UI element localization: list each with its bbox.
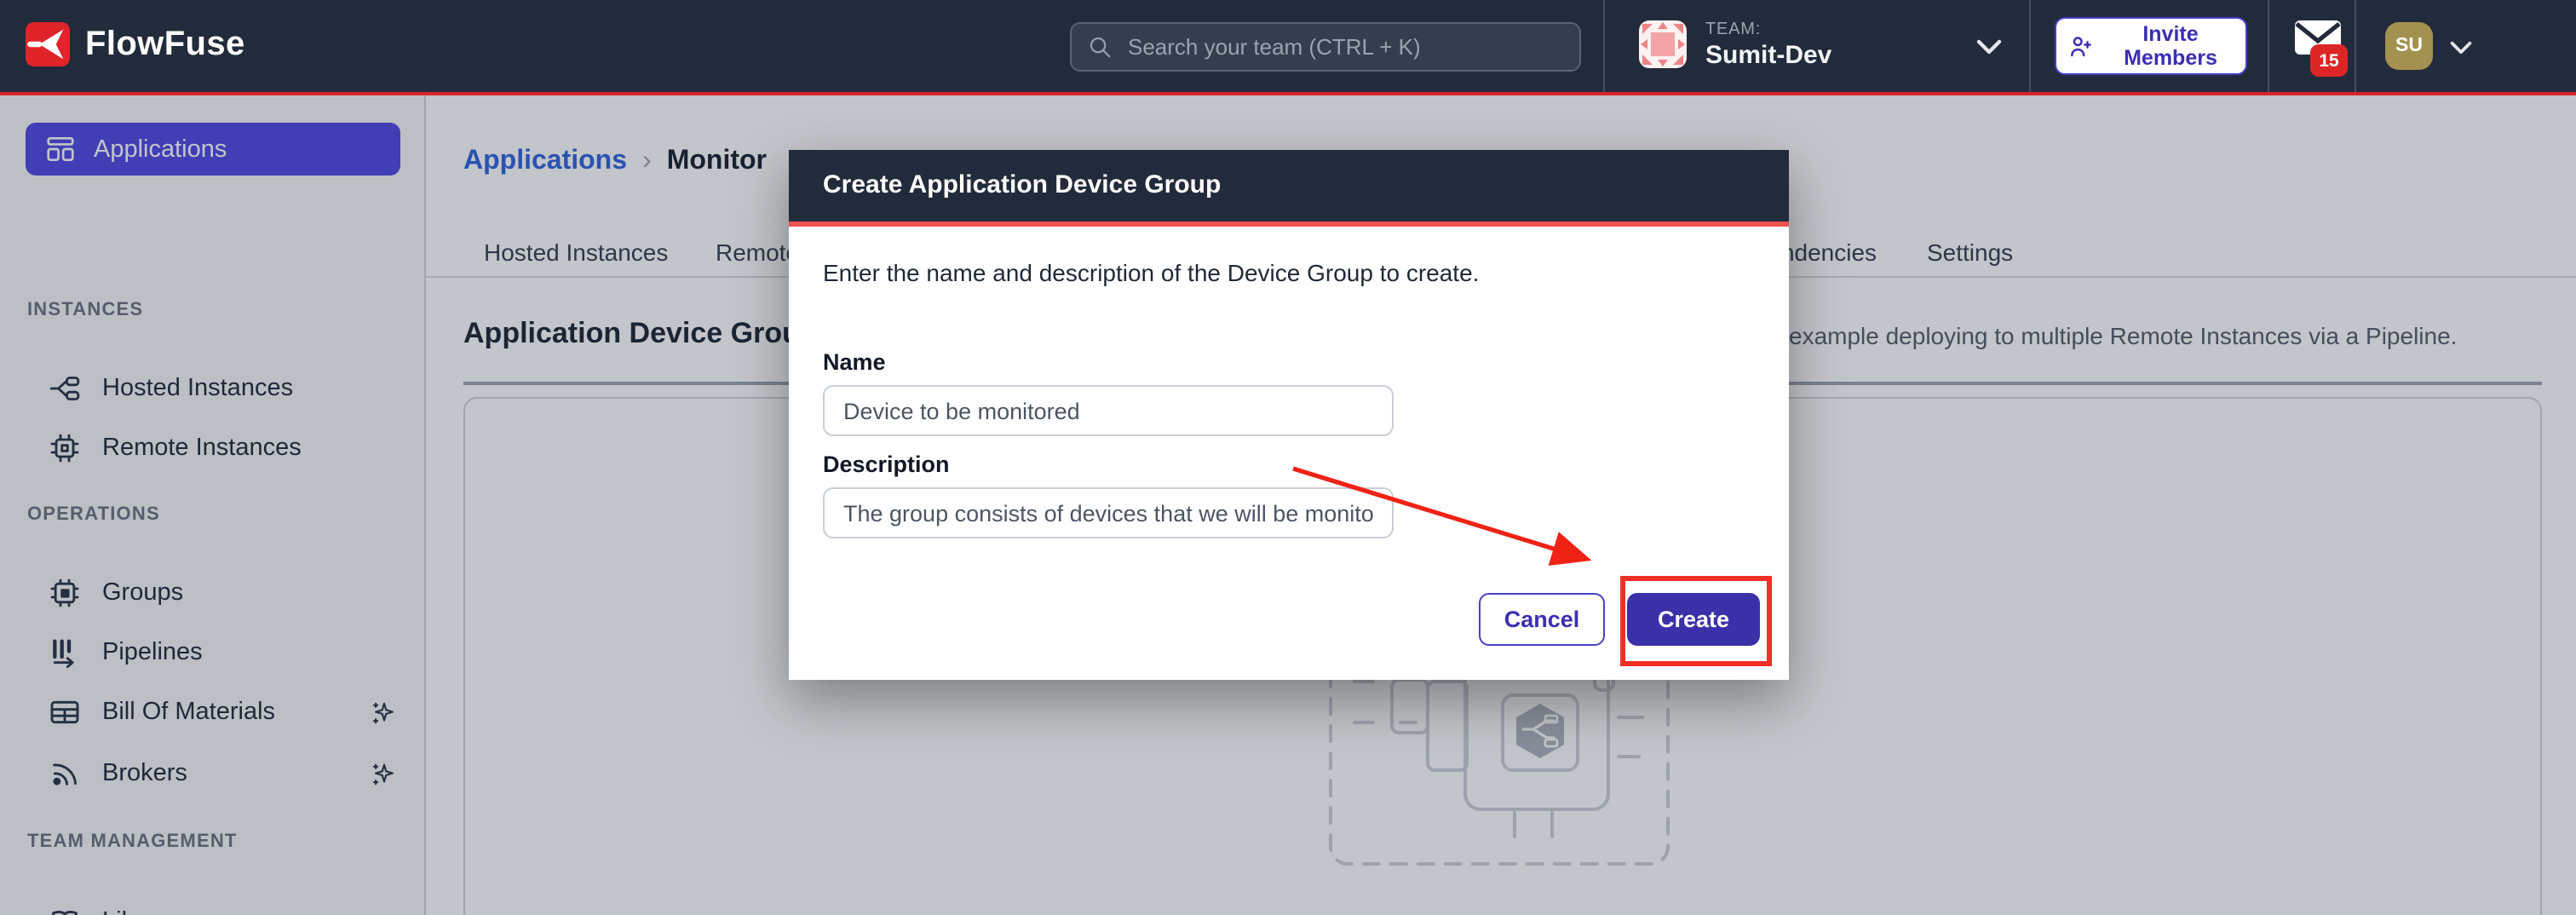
app-window: FlowFuse TEAM: Sumit-Dev xyxy=(0,0,2576,915)
dialog-accent-bar xyxy=(789,222,1789,227)
top-navbar: FlowFuse TEAM: Sumit-Dev xyxy=(0,0,2576,95)
annotation-arrow xyxy=(1278,452,1619,588)
brand-name: FlowFuse xyxy=(85,25,245,64)
chevron-down-icon[interactable] xyxy=(1976,39,2002,55)
user-menu-chevron-icon[interactable] xyxy=(2450,41,2472,55)
team-search[interactable] xyxy=(1070,22,1581,72)
dialog-body-text: Enter the name and description of the De… xyxy=(823,259,1479,286)
description-label: Description xyxy=(823,452,950,477)
flowfuse-logo[interactable]: FlowFuse xyxy=(26,22,245,66)
nav-divider xyxy=(1603,0,1605,92)
search-icon xyxy=(1087,34,1113,60)
invite-members-button[interactable]: Invite Members xyxy=(2055,17,2247,75)
cancel-button[interactable]: Cancel xyxy=(1479,593,1605,646)
user-plus-icon xyxy=(2067,33,2096,59)
notification-badge: 15 xyxy=(2310,44,2348,77)
team-kicker-label: TEAM: xyxy=(1705,20,1831,40)
dialog-title: Create Application Device Group xyxy=(789,150,1789,222)
search-input[interactable] xyxy=(1124,32,1564,61)
nav-divider xyxy=(2355,0,2356,92)
invite-members-label: Invite Members xyxy=(2106,22,2235,70)
team-avatar xyxy=(1639,20,1687,68)
notifications-button[interactable]: 15 xyxy=(2293,19,2351,77)
flowfuse-logo-icon xyxy=(26,22,70,66)
nav-divider xyxy=(2268,0,2269,92)
annotation-highlight-box xyxy=(1620,576,1772,666)
name-label: Name xyxy=(823,349,886,375)
team-name: Sumit-Dev xyxy=(1705,40,1831,70)
user-avatar[interactable]: SU xyxy=(2385,22,2433,70)
nav-divider xyxy=(2029,0,2031,92)
name-field[interactable] xyxy=(823,385,1394,436)
team-selector[interactable]: TEAM: Sumit-Dev xyxy=(1639,20,1831,70)
